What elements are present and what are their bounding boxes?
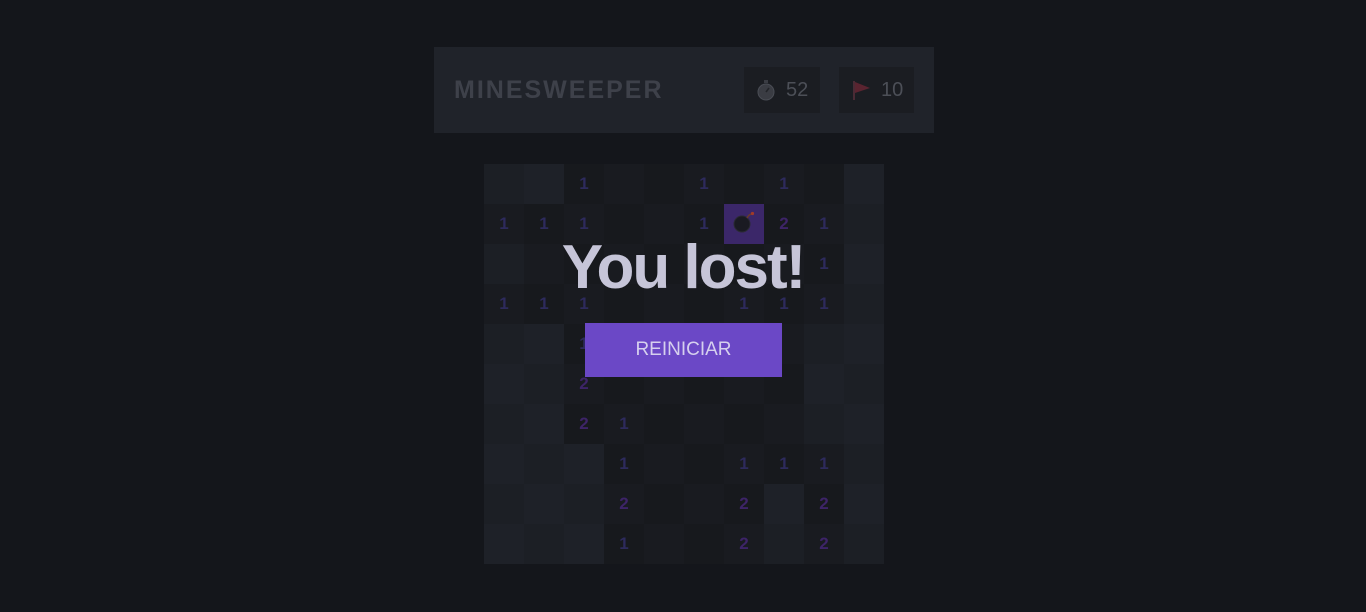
- board-cell[interactable]: [564, 484, 604, 524]
- board-cell[interactable]: [644, 524, 684, 564]
- cell-number: 1: [699, 174, 709, 193]
- board-cell[interactable]: [484, 324, 524, 364]
- cell-number: 2: [579, 414, 589, 433]
- board-cell[interactable]: [484, 404, 524, 444]
- cell-number: 1: [619, 534, 629, 553]
- restart-button[interactable]: REINICIAR: [585, 323, 782, 377]
- cell-number: 2: [619, 494, 629, 513]
- board-cell[interactable]: 1: [764, 444, 804, 484]
- cell-number: 1: [619, 414, 629, 433]
- flag-count-value: 10: [881, 78, 904, 101]
- cell-number: 1: [779, 454, 789, 473]
- board-cell[interactable]: [764, 524, 804, 564]
- game-title: MINESWEEPER: [454, 76, 664, 104]
- cell-number: 1: [819, 454, 829, 473]
- cell-number: 2: [739, 534, 749, 553]
- board-cell[interactable]: [644, 484, 684, 524]
- board-cell[interactable]: 2: [804, 484, 844, 524]
- board-cell[interactable]: 1: [604, 444, 644, 484]
- board-cell[interactable]: 1: [604, 404, 644, 444]
- board-cell[interactable]: [844, 524, 884, 564]
- board-cell[interactable]: [844, 444, 884, 484]
- board-cell[interactable]: [484, 484, 524, 524]
- board-cell[interactable]: [844, 364, 884, 404]
- cell-number: 1: [739, 454, 749, 473]
- cell-number: 1: [619, 454, 629, 473]
- board-cell[interactable]: 1: [724, 444, 764, 484]
- board-cell[interactable]: [604, 164, 644, 204]
- board-cell[interactable]: [644, 444, 684, 484]
- board-cell[interactable]: [684, 524, 724, 564]
- board-cell[interactable]: 2: [604, 484, 644, 524]
- board-cell[interactable]: [484, 164, 524, 204]
- board-cell[interactable]: [684, 404, 724, 444]
- board-cell[interactable]: [484, 364, 524, 404]
- board-cell[interactable]: 1: [564, 164, 604, 204]
- cell-number: 2: [819, 534, 829, 553]
- board-cell[interactable]: [564, 524, 604, 564]
- cell-number: 2: [819, 494, 829, 513]
- board-cell[interactable]: [724, 164, 764, 204]
- board-cell[interactable]: [524, 404, 564, 444]
- board-cell[interactable]: [524, 324, 564, 364]
- board-cell[interactable]: 2: [724, 484, 764, 524]
- board-cell[interactable]: 1: [804, 444, 844, 484]
- board-cell[interactable]: [804, 364, 844, 404]
- cell-number: 1: [579, 174, 589, 193]
- cell-number: 2: [739, 494, 749, 513]
- board-cell[interactable]: [804, 164, 844, 204]
- board-cell[interactable]: 2: [804, 524, 844, 564]
- board-cell[interactable]: [844, 484, 884, 524]
- board-cell[interactable]: [844, 404, 884, 444]
- board-cell[interactable]: [684, 484, 724, 524]
- flag-counter: 10: [839, 67, 914, 113]
- cell-number: 2: [579, 374, 589, 393]
- timer-value: 52: [786, 78, 809, 101]
- timer-display: 52: [744, 67, 820, 113]
- board-cell[interactable]: [844, 164, 884, 204]
- board-cell[interactable]: [804, 324, 844, 364]
- board-cell[interactable]: [524, 524, 564, 564]
- board-cell[interactable]: [844, 324, 884, 364]
- board-cell[interactable]: [524, 484, 564, 524]
- board-cell[interactable]: [684, 444, 724, 484]
- board-cell[interactable]: [484, 524, 524, 564]
- cell-number: 1: [779, 174, 789, 193]
- board-cell[interactable]: [644, 404, 684, 444]
- board-cell[interactable]: [524, 364, 564, 404]
- board-cell[interactable]: [524, 444, 564, 484]
- board-cell[interactable]: [764, 404, 804, 444]
- flag-icon: [849, 78, 873, 102]
- game-header: MINESWEEPER 52 10: [434, 47, 934, 133]
- board-cell[interactable]: [804, 404, 844, 444]
- board-cell[interactable]: 2: [564, 404, 604, 444]
- board-cell[interactable]: [644, 164, 684, 204]
- board-cell[interactable]: 1: [684, 164, 724, 204]
- game-over-message: You lost!: [561, 233, 807, 302]
- board-cell[interactable]: 1: [604, 524, 644, 564]
- board-cell[interactable]: [764, 484, 804, 524]
- board-cell[interactable]: [564, 444, 604, 484]
- board-cell[interactable]: [484, 444, 524, 484]
- board-cell[interactable]: 2: [724, 524, 764, 564]
- board-cell[interactable]: [524, 164, 564, 204]
- board-cell[interactable]: [724, 404, 764, 444]
- stopwatch-icon: [754, 78, 778, 102]
- board-cell[interactable]: 1: [764, 164, 804, 204]
